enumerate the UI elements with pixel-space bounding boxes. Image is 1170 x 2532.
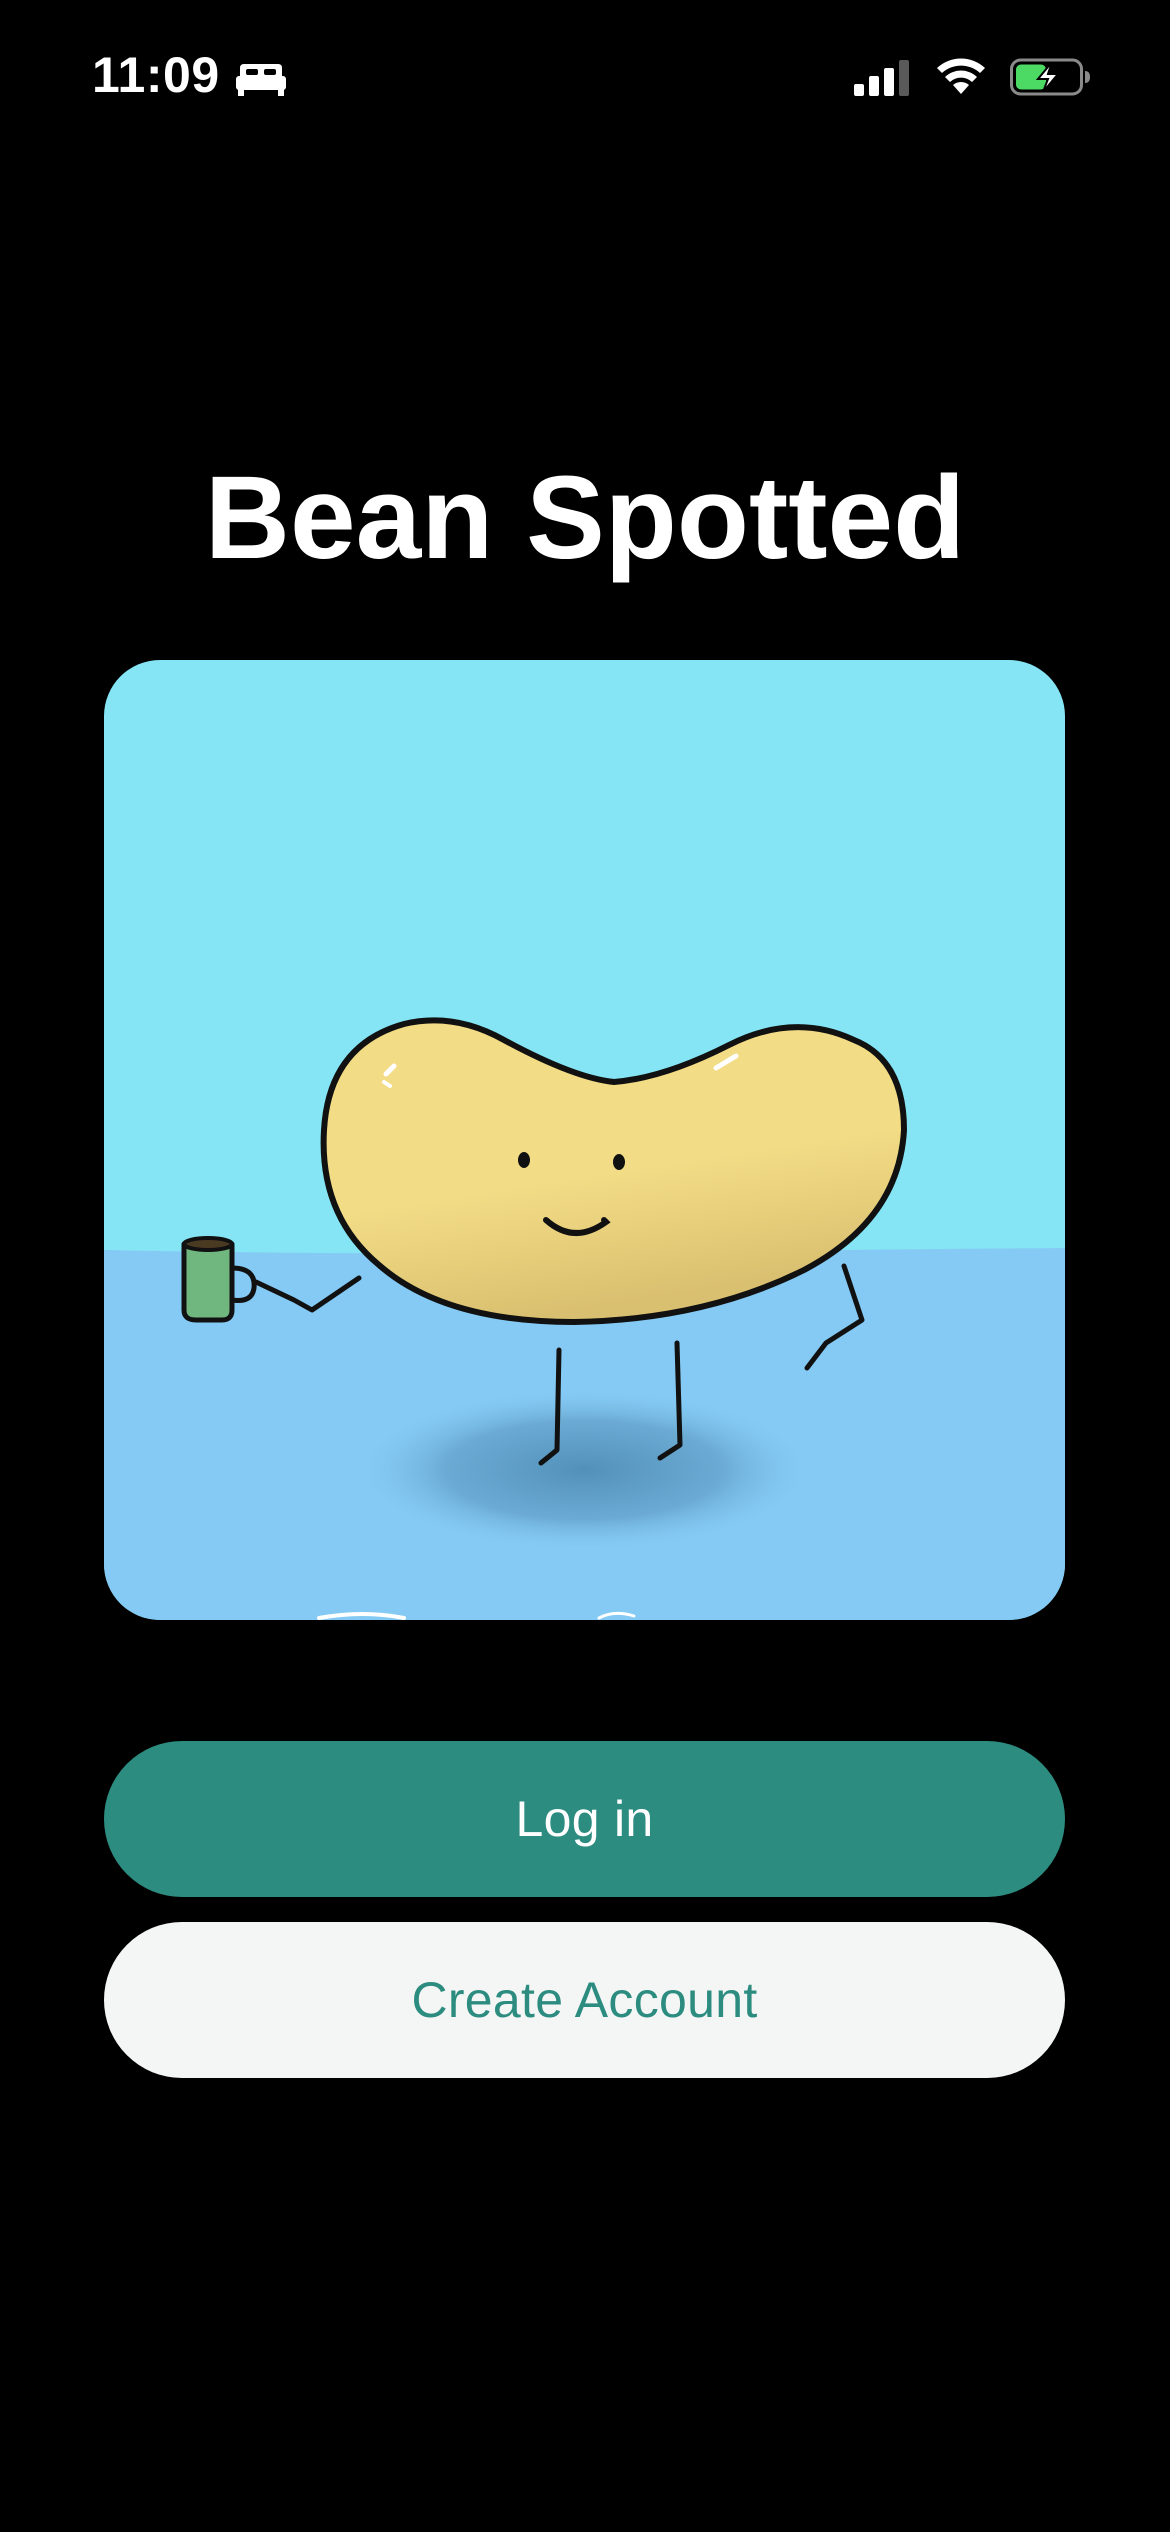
login-button[interactable]: Log in	[104, 1741, 1065, 1897]
status-bar: 11:09	[0, 0, 1170, 150]
cellular-signal-icon	[854, 60, 909, 96]
battery-charging-icon	[1010, 58, 1090, 96]
sleep-icon	[236, 64, 286, 96]
wifi-icon	[937, 58, 985, 94]
hero-illustration	[104, 660, 1065, 1620]
status-time: 11:09	[92, 47, 220, 103]
app-title: Bean Spotted	[204, 452, 966, 584]
bean-character-holding-mug-icon	[104, 660, 1065, 1620]
create-account-button[interactable]: Create Account	[104, 1922, 1065, 2078]
